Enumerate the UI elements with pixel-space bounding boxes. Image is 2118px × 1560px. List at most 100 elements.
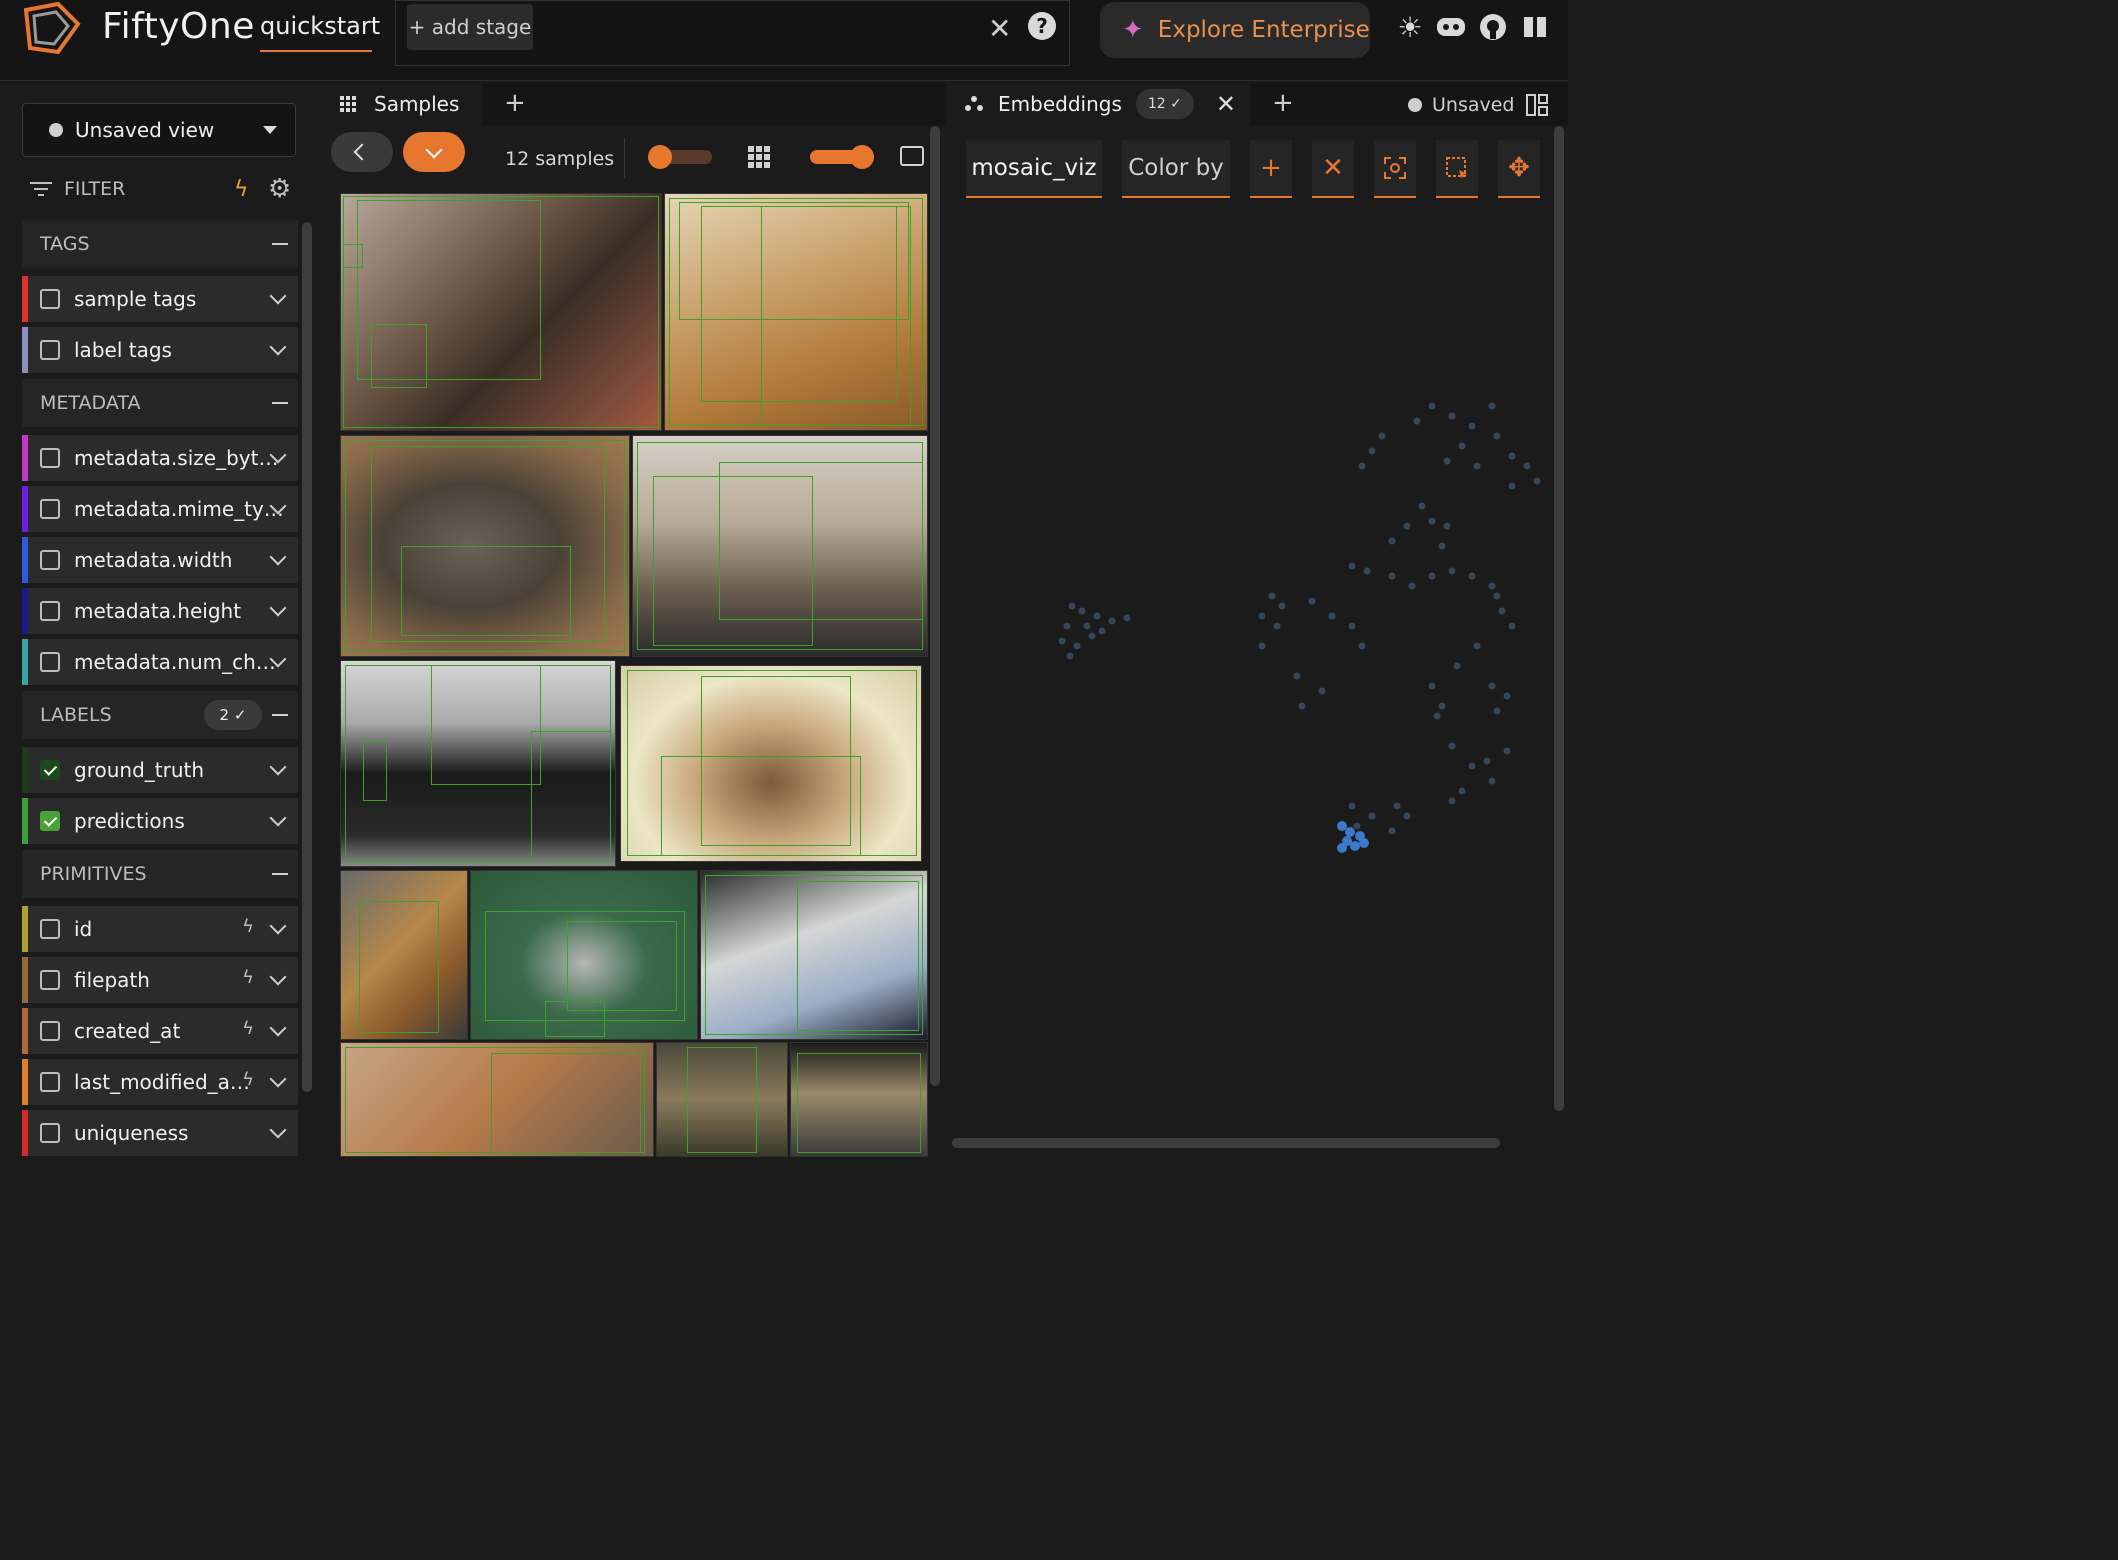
close-icon[interactable]: ✕ bbox=[988, 12, 1011, 45]
sidebar-item-metadata-num-channels[interactable]: metadata.num_ch… bbox=[22, 639, 298, 685]
collapse-icon[interactable] bbox=[272, 243, 288, 245]
sample-tile[interactable] bbox=[656, 1042, 788, 1157]
checkbox[interactable] bbox=[40, 760, 60, 780]
chevron-down-icon[interactable] bbox=[269, 287, 287, 305]
brain-key-selector[interactable]: mosaic_viz bbox=[966, 140, 1102, 198]
add-tab-button[interactable]: + bbox=[1272, 88, 1294, 118]
sidebar-item-label-tags[interactable]: label tags bbox=[22, 327, 298, 373]
chevron-down-icon[interactable] bbox=[269, 1070, 287, 1088]
slider-knob[interactable] bbox=[648, 145, 672, 169]
sidebar-item-filepath[interactable]: filepath ϟ bbox=[22, 957, 298, 1003]
section-labels[interactable]: LABELS 2 ✓ bbox=[22, 691, 298, 739]
checkbox[interactable] bbox=[40, 1021, 60, 1041]
checkbox[interactable] bbox=[40, 448, 60, 468]
embeddings-horizontal-scrollbar[interactable] bbox=[952, 1138, 1500, 1148]
embeddings-vertical-scrollbar[interactable] bbox=[1554, 126, 1564, 1111]
sample-tile[interactable] bbox=[340, 435, 630, 657]
sidebar-scrollbar[interactable] bbox=[302, 222, 312, 1092]
section-primitives[interactable]: PRIMITIVES bbox=[22, 850, 298, 898]
add-tab-button[interactable]: + bbox=[504, 88, 526, 118]
plus-icon[interactable]: + bbox=[1250, 140, 1292, 198]
slider-knob[interactable] bbox=[850, 145, 874, 169]
chevron-down-icon[interactable] bbox=[269, 809, 287, 827]
close-tab-icon[interactable]: ✕ bbox=[1216, 90, 1236, 118]
focus-icon[interactable] bbox=[1374, 140, 1416, 198]
sidebar-item-metadata-height[interactable]: metadata.height bbox=[22, 588, 298, 634]
collapse-icon[interactable] bbox=[272, 873, 288, 875]
dataset-selector[interactable]: quickstart bbox=[260, 12, 380, 52]
sample-tile[interactable] bbox=[340, 660, 616, 867]
checkbox[interactable] bbox=[40, 601, 60, 621]
sample-tile[interactable] bbox=[790, 1042, 928, 1157]
display-options-icon[interactable] bbox=[900, 146, 924, 166]
logo-icon[interactable] bbox=[18, 2, 84, 56]
explore-enterprise-button[interactable]: ✦ Explore Enterprise bbox=[1100, 2, 1370, 58]
expand-button[interactable] bbox=[403, 132, 465, 172]
bolt-icon[interactable]: ϟ bbox=[242, 967, 254, 988]
grid-size-slider[interactable] bbox=[810, 145, 874, 169]
tab-embeddings[interactable]: Embeddings 12 ✓ ✕ bbox=[948, 82, 1250, 126]
embeddings-scatter-plot[interactable] bbox=[952, 206, 1552, 1136]
sample-tile[interactable] bbox=[700, 870, 928, 1040]
sidebar-item-id[interactable]: id ϟ bbox=[22, 906, 298, 952]
bolt-icon[interactable]: ϟ bbox=[242, 1069, 254, 1090]
filter-icon[interactable] bbox=[30, 181, 52, 197]
sample-tile[interactable] bbox=[340, 193, 662, 431]
section-tags[interactable]: TAGS bbox=[22, 220, 298, 268]
lasso-select-icon[interactable] bbox=[1436, 140, 1478, 198]
sidebar-item-predictions[interactable]: predictions bbox=[22, 798, 298, 844]
saved-view-selector[interactable]: Unsaved view bbox=[22, 103, 296, 157]
checkbox[interactable] bbox=[40, 1123, 60, 1143]
sidebar-item-ground-truth[interactable]: ground_truth bbox=[22, 747, 298, 793]
sample-tile[interactable] bbox=[620, 665, 922, 862]
sidebar-item-last-modified-at[interactable]: last_modified_a… ϟ bbox=[22, 1059, 298, 1105]
grid-view-icon[interactable] bbox=[748, 146, 770, 168]
checkbox[interactable] bbox=[40, 1072, 60, 1092]
collapse-icon[interactable] bbox=[272, 402, 288, 404]
sidebar-item-uniqueness[interactable]: uniqueness bbox=[22, 1110, 298, 1156]
chevron-down-icon[interactable] bbox=[269, 599, 287, 617]
checkbox[interactable] bbox=[40, 289, 60, 309]
bolt-icon[interactable]: ϟ bbox=[234, 177, 249, 202]
chevron-down-icon[interactable] bbox=[269, 1121, 287, 1139]
layout-icon[interactable] bbox=[1526, 94, 1548, 116]
checkbox[interactable] bbox=[40, 970, 60, 990]
zoom-slider[interactable] bbox=[648, 145, 712, 169]
book-icon[interactable] bbox=[1518, 10, 1552, 44]
sample-tile[interactable] bbox=[470, 870, 698, 1040]
chevron-down-icon[interactable] bbox=[269, 548, 287, 566]
bolt-icon[interactable]: ϟ bbox=[242, 916, 254, 937]
sidebar-item-sample-tags[interactable]: sample tags bbox=[22, 276, 298, 322]
chevron-down-icon[interactable] bbox=[269, 338, 287, 356]
add-stage-button[interactable]: + add stage bbox=[407, 4, 533, 50]
help-icon[interactable]: ? bbox=[1028, 12, 1056, 40]
chevron-down-icon[interactable] bbox=[269, 1019, 287, 1037]
sidebar-item-metadata-mime-type[interactable]: metadata.mime_ty… bbox=[22, 486, 298, 532]
grid-scrollbar[interactable] bbox=[930, 126, 940, 1086]
color-by-selector[interactable]: Color by bbox=[1122, 140, 1230, 198]
checkbox[interactable] bbox=[40, 550, 60, 570]
chevron-down-icon[interactable] bbox=[269, 758, 287, 776]
chevron-down-icon[interactable] bbox=[269, 968, 287, 986]
sidebar-item-metadata-size-bytes[interactable]: metadata.size_byt… bbox=[22, 435, 298, 481]
checkbox[interactable] bbox=[40, 811, 60, 831]
sun-icon[interactable]: ☀ bbox=[1393, 10, 1427, 44]
gear-icon[interactable]: ⚙ bbox=[268, 174, 291, 204]
pan-icon[interactable]: ✥ bbox=[1498, 140, 1540, 198]
section-metadata[interactable]: METADATA bbox=[22, 379, 298, 427]
chevron-down-icon[interactable] bbox=[269, 917, 287, 935]
sidebar-item-metadata-width[interactable]: metadata.width bbox=[22, 537, 298, 583]
previous-button[interactable] bbox=[331, 132, 393, 172]
bolt-icon[interactable]: ϟ bbox=[242, 1018, 254, 1039]
github-icon[interactable] bbox=[1476, 10, 1510, 44]
discord-icon[interactable] bbox=[1434, 10, 1468, 44]
checkbox[interactable] bbox=[40, 919, 60, 939]
checkbox[interactable] bbox=[40, 652, 60, 672]
checkbox[interactable] bbox=[40, 340, 60, 360]
labels-count-badge[interactable]: 2 ✓ bbox=[204, 700, 262, 730]
checkbox[interactable] bbox=[40, 499, 60, 519]
collapse-icon[interactable] bbox=[272, 714, 288, 716]
sample-tile[interactable] bbox=[632, 435, 928, 657]
close-icon[interactable]: ✕ bbox=[1312, 140, 1354, 198]
sample-tile[interactable] bbox=[664, 193, 928, 431]
